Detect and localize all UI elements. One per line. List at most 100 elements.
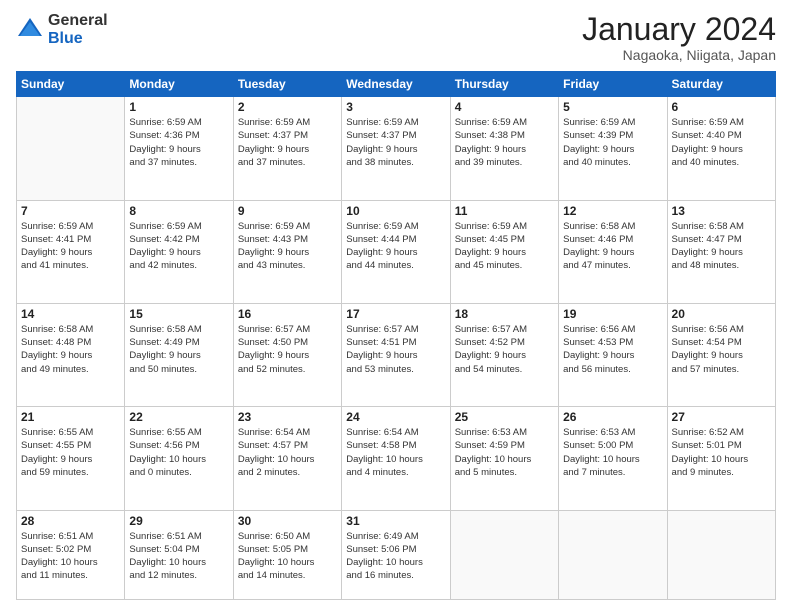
day-info: Sunrise: 6:59 AM Sunset: 4:37 PM Dayligh… xyxy=(238,116,337,169)
table-row: 12 Sunrise: 6:58 AM Sunset: 4:46 PM Dayli… xyxy=(559,200,667,303)
header: General Blue January 2024 Nagaoka, Niiga… xyxy=(16,12,776,63)
table-row: 27 Sunrise: 6:52 AM Sunset: 5:01 PM Dayli… xyxy=(667,407,775,510)
day-number: 26 xyxy=(563,410,662,424)
day-number: 24 xyxy=(346,410,445,424)
day-number: 8 xyxy=(129,204,228,218)
table-row: 25 Sunrise: 6:53 AM Sunset: 4:59 PM Dayli… xyxy=(450,407,558,510)
table-row: 31Sunrise: 6:49 AM Sunset: 5:06 PM Dayli… xyxy=(342,510,450,600)
logo-text: General Blue xyxy=(48,12,108,47)
header-thursday: Thursday xyxy=(450,72,558,97)
day-info: Sunrise: 6:59 AM Sunset: 4:40 PM Dayligh… xyxy=(672,116,771,169)
day-info: Sunrise: 6:58 AM Sunset: 4:48 PM Dayligh… xyxy=(21,323,120,376)
day-info: Sunrise: 6:56 AM Sunset: 4:54 PM Dayligh… xyxy=(672,323,771,376)
day-number: 4 xyxy=(455,100,554,114)
page: General Blue January 2024 Nagaoka, Niiga… xyxy=(0,0,792,612)
day-number: 3 xyxy=(346,100,445,114)
day-number: 10 xyxy=(346,204,445,218)
table-row: 19 Sunrise: 6:56 AM Sunset: 4:53 PM Dayli… xyxy=(559,303,667,406)
day-info: Sunrise: 6:58 AM Sunset: 4:47 PM Dayligh… xyxy=(672,220,771,273)
location: Nagaoka, Niigata, Japan xyxy=(582,47,776,63)
day-info: Sunrise: 6:58 AM Sunset: 4:46 PM Dayligh… xyxy=(563,220,662,273)
logo-blue-text: Blue xyxy=(48,30,108,48)
day-number: 21 xyxy=(21,410,120,424)
day-number: 30 xyxy=(238,514,337,528)
header-saturday: Saturday xyxy=(667,72,775,97)
day-info: Sunrise: 6:59 AM Sunset: 4:43 PM Dayligh… xyxy=(238,220,337,273)
header-friday: Friday xyxy=(559,72,667,97)
table-row: 1Sunrise: 6:59 AM Sunset: 4:36 PM Daylig… xyxy=(125,97,233,200)
day-info: Sunrise: 6:59 AM Sunset: 4:39 PM Dayligh… xyxy=(563,116,662,169)
day-number: 16 xyxy=(238,307,337,321)
day-number: 1 xyxy=(129,100,228,114)
table-row: 3 Sunrise: 6:59 AM Sunset: 4:37 PM Daylig… xyxy=(342,97,450,200)
table-row: 2Sunrise: 6:59 AM Sunset: 4:37 PM Daylig… xyxy=(233,97,341,200)
table-row: 18 Sunrise: 6:57 AM Sunset: 4:52 PM Dayli… xyxy=(450,303,558,406)
day-info: Sunrise: 6:59 AM Sunset: 4:41 PM Dayligh… xyxy=(21,220,120,273)
day-number: 27 xyxy=(672,410,771,424)
calendar-week-2: 7 Sunrise: 6:59 AM Sunset: 4:41 PM Daylig… xyxy=(17,200,776,303)
calendar-week-3: 14 Sunrise: 6:58 AM Sunset: 4:48 PM Dayli… xyxy=(17,303,776,406)
day-number: 20 xyxy=(672,307,771,321)
table-row: 6 Sunrise: 6:59 AM Sunset: 4:40 PM Daylig… xyxy=(667,97,775,200)
weekday-header-row: Sunday Monday Tuesday Wednesday Thursday… xyxy=(17,72,776,97)
table-row: 5 Sunrise: 6:59 AM Sunset: 4:39 PM Daylig… xyxy=(559,97,667,200)
header-tuesday: Tuesday xyxy=(233,72,341,97)
day-info: Sunrise: 6:54 AM Sunset: 4:58 PM Dayligh… xyxy=(346,426,445,479)
calendar-week-1: 1Sunrise: 6:59 AM Sunset: 4:36 PM Daylig… xyxy=(17,97,776,200)
day-info: Sunrise: 6:57 AM Sunset: 4:50 PM Dayligh… xyxy=(238,323,337,376)
table-row: 14 Sunrise: 6:58 AM Sunset: 4:48 PM Dayli… xyxy=(17,303,125,406)
table-row: 17 Sunrise: 6:57 AM Sunset: 4:51 PM Dayli… xyxy=(342,303,450,406)
header-sunday: Sunday xyxy=(17,72,125,97)
day-info: Sunrise: 6:59 AM Sunset: 4:37 PM Dayligh… xyxy=(346,116,445,169)
day-number: 9 xyxy=(238,204,337,218)
day-info: Sunrise: 6:51 AM Sunset: 5:02 PM Dayligh… xyxy=(21,530,120,583)
day-number: 31 xyxy=(346,514,445,528)
day-info: Sunrise: 6:59 AM Sunset: 4:42 PM Dayligh… xyxy=(129,220,228,273)
day-number: 28 xyxy=(21,514,120,528)
day-number: 12 xyxy=(563,204,662,218)
table-row xyxy=(450,510,558,600)
header-wednesday: Wednesday xyxy=(342,72,450,97)
logo-icon xyxy=(16,16,44,44)
table-row xyxy=(17,97,125,200)
day-number: 19 xyxy=(563,307,662,321)
day-info: Sunrise: 6:52 AM Sunset: 5:01 PM Dayligh… xyxy=(672,426,771,479)
day-number: 29 xyxy=(129,514,228,528)
table-row: 24 Sunrise: 6:54 AM Sunset: 4:58 PM Dayli… xyxy=(342,407,450,510)
day-info: Sunrise: 6:50 AM Sunset: 5:05 PM Dayligh… xyxy=(238,530,337,583)
day-info: Sunrise: 6:57 AM Sunset: 4:51 PM Dayligh… xyxy=(346,323,445,376)
day-number: 18 xyxy=(455,307,554,321)
table-row: 29Sunrise: 6:51 AM Sunset: 5:04 PM Dayli… xyxy=(125,510,233,600)
table-row: 13 Sunrise: 6:58 AM Sunset: 4:47 PM Dayli… xyxy=(667,200,775,303)
day-number: 7 xyxy=(21,204,120,218)
day-number: 14 xyxy=(21,307,120,321)
day-info: Sunrise: 6:58 AM Sunset: 4:49 PM Dayligh… xyxy=(129,323,228,376)
table-row: 10Sunrise: 6:59 AM Sunset: 4:44 PM Dayli… xyxy=(342,200,450,303)
day-number: 17 xyxy=(346,307,445,321)
day-number: 6 xyxy=(672,100,771,114)
calendar-week-4: 21 Sunrise: 6:55 AM Sunset: 4:55 PM Dayli… xyxy=(17,407,776,510)
day-number: 11 xyxy=(455,204,554,218)
day-info: Sunrise: 6:55 AM Sunset: 4:55 PM Dayligh… xyxy=(21,426,120,479)
table-row: 16 Sunrise: 6:57 AM Sunset: 4:50 PM Dayli… xyxy=(233,303,341,406)
day-number: 5 xyxy=(563,100,662,114)
day-number: 13 xyxy=(672,204,771,218)
calendar-week-5: 28 Sunrise: 6:51 AM Sunset: 5:02 PM Dayli… xyxy=(17,510,776,600)
table-row: 20 Sunrise: 6:56 AM Sunset: 4:54 PM Dayli… xyxy=(667,303,775,406)
table-row: 21 Sunrise: 6:55 AM Sunset: 4:55 PM Dayli… xyxy=(17,407,125,510)
day-info: Sunrise: 6:53 AM Sunset: 4:59 PM Dayligh… xyxy=(455,426,554,479)
day-info: Sunrise: 6:56 AM Sunset: 4:53 PM Dayligh… xyxy=(563,323,662,376)
table-row: 8 Sunrise: 6:59 AM Sunset: 4:42 PM Daylig… xyxy=(125,200,233,303)
day-number: 25 xyxy=(455,410,554,424)
table-row: 26Sunrise: 6:53 AM Sunset: 5:00 PM Dayli… xyxy=(559,407,667,510)
header-monday: Monday xyxy=(125,72,233,97)
table-row: 28 Sunrise: 6:51 AM Sunset: 5:02 PM Dayli… xyxy=(17,510,125,600)
table-row: 22Sunrise: 6:55 AM Sunset: 4:56 PM Dayli… xyxy=(125,407,233,510)
table-row: 7 Sunrise: 6:59 AM Sunset: 4:41 PM Daylig… xyxy=(17,200,125,303)
table-row: 23Sunrise: 6:54 AM Sunset: 4:57 PM Dayli… xyxy=(233,407,341,510)
day-info: Sunrise: 6:57 AM Sunset: 4:52 PM Dayligh… xyxy=(455,323,554,376)
day-info: Sunrise: 6:54 AM Sunset: 4:57 PM Dayligh… xyxy=(238,426,337,479)
month-year: January 2024 xyxy=(582,12,776,47)
day-number: 15 xyxy=(129,307,228,321)
title-block: January 2024 Nagaoka, Niigata, Japan xyxy=(582,12,776,63)
